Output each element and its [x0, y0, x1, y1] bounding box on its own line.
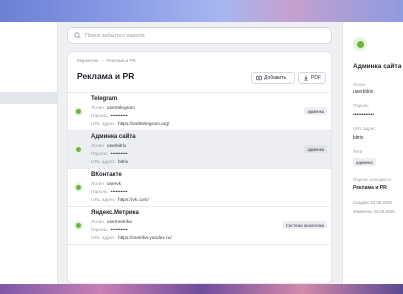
password-label: Пароль [91, 190, 108, 195]
password-label: Пароль [91, 152, 108, 157]
detail-url-label: URL адрес [353, 126, 376, 131]
list-item-selected[interactable]: Админка сайта Логин userbitrix Пароль ••••… [68, 131, 331, 169]
breadcrumb-separator: › [101, 58, 104, 63]
search-bar[interactable] [67, 27, 332, 44]
entry-title: Админка сайта [91, 134, 136, 140]
entry-icon [353, 37, 367, 51]
breadcrumb-root[interactable]: Маркетинг [77, 58, 99, 63]
tag-badge: Система аналитики [282, 221, 327, 229]
login-label: Логин [91, 144, 104, 149]
url-label: URL адрес [91, 160, 115, 165]
left-sidebar [0, 22, 58, 284]
password-value: •••••••••• [110, 152, 128, 157]
tag-badge: админка [304, 107, 327, 115]
url-value[interactable]: https://webtelegram.org/ [118, 122, 169, 127]
entry-title: ВКонтакте [91, 172, 122, 178]
detail-folder-label: Пароль находится [353, 177, 392, 182]
add-icon [256, 75, 262, 81]
detail-folder-value[interactable]: Реклама и PR [353, 185, 387, 191]
entry-icon [74, 145, 83, 154]
entry-icon [74, 107, 83, 116]
password-value: •••••••••• [110, 190, 128, 195]
search-input[interactable] [85, 32, 325, 39]
password-list-panel: Маркетинг › Реклама и PR Реклама и PR До… [67, 51, 332, 284]
detail-login-value[interactable]: userbitrix [353, 89, 373, 95]
detail-password-label: Пароль [353, 103, 369, 108]
detail-created-date: Создано 03.06.2025 [353, 200, 392, 205]
login-label: Логин [91, 182, 104, 187]
login-value: userbitrix [106, 144, 127, 149]
detail-login-label: Логин [353, 82, 366, 87]
entry-icon [74, 221, 83, 230]
detail-tags-label: Теги [353, 149, 363, 154]
list-item[interactable]: Яндекс.Метрика Логин usermetrika Пароль ••… [68, 207, 331, 245]
search-icon [74, 32, 81, 39]
url-value[interactable]: bitrix [118, 160, 128, 165]
detail-panel: Админка сайта Логин userbitrix Пароль ••… [342, 22, 403, 284]
password-label: Пароль [91, 228, 108, 233]
url-value[interactable]: https://metrika.yandex.ru/ [118, 236, 172, 241]
entry-title: Telegram [91, 96, 118, 102]
login-label: Логин [91, 220, 104, 225]
pdf-button[interactable]: PDF [298, 72, 326, 84]
password-value: •••••••••• [110, 228, 128, 233]
password-list: Telegram Логин usertelegram Пароль •••••••… [68, 92, 331, 245]
tag-badge: админка [304, 145, 327, 153]
detail-modified-date: Изменено 23.06.2025 [353, 209, 395, 214]
desktop-wallpaper-top [0, 0, 403, 22]
breadcrumb: Маркетинг › Реклама и PR [77, 58, 136, 63]
add-button-label: Добавить [264, 75, 287, 81]
detail-url-value[interactable]: bitrix [353, 135, 364, 141]
entry-icon [74, 183, 83, 192]
url-value[interactable]: https://vk.com/ [118, 198, 149, 203]
sidebar-active-item[interactable] [0, 92, 58, 104]
login-value: uservk [106, 182, 122, 187]
list-item[interactable]: ВКонтакте Логин uservk Пароль •••••••••• U… [68, 169, 331, 207]
url-label: URL адрес [91, 236, 115, 241]
add-button[interactable]: Добавить [251, 72, 295, 84]
url-label: URL адрес [91, 198, 115, 203]
pdf-button-label: PDF [311, 75, 321, 81]
password-value: •••••••••• [110, 114, 128, 119]
url-label: URL адрес [91, 122, 115, 127]
password-label: Пароль [91, 114, 108, 119]
desktop-wallpaper-bottom [0, 284, 403, 294]
list-item[interactable]: Telegram Логин usertelegram Пароль •••••••… [68, 93, 331, 131]
detail-title: Админка сайта [353, 63, 402, 70]
login-value: usertelegram [106, 106, 135, 111]
detail-tag-badge: админка [353, 158, 376, 166]
breadcrumb-current: Реклама и PR [106, 58, 136, 63]
detail-password-value[interactable]: •••••••••••• [353, 112, 374, 118]
login-label: Логин [91, 106, 104, 111]
entry-title: Яндекс.Метрика [91, 210, 139, 216]
page-title: Реклама и PR [77, 71, 135, 81]
login-value: usermetrika [106, 220, 132, 225]
download-icon [304, 75, 308, 81]
